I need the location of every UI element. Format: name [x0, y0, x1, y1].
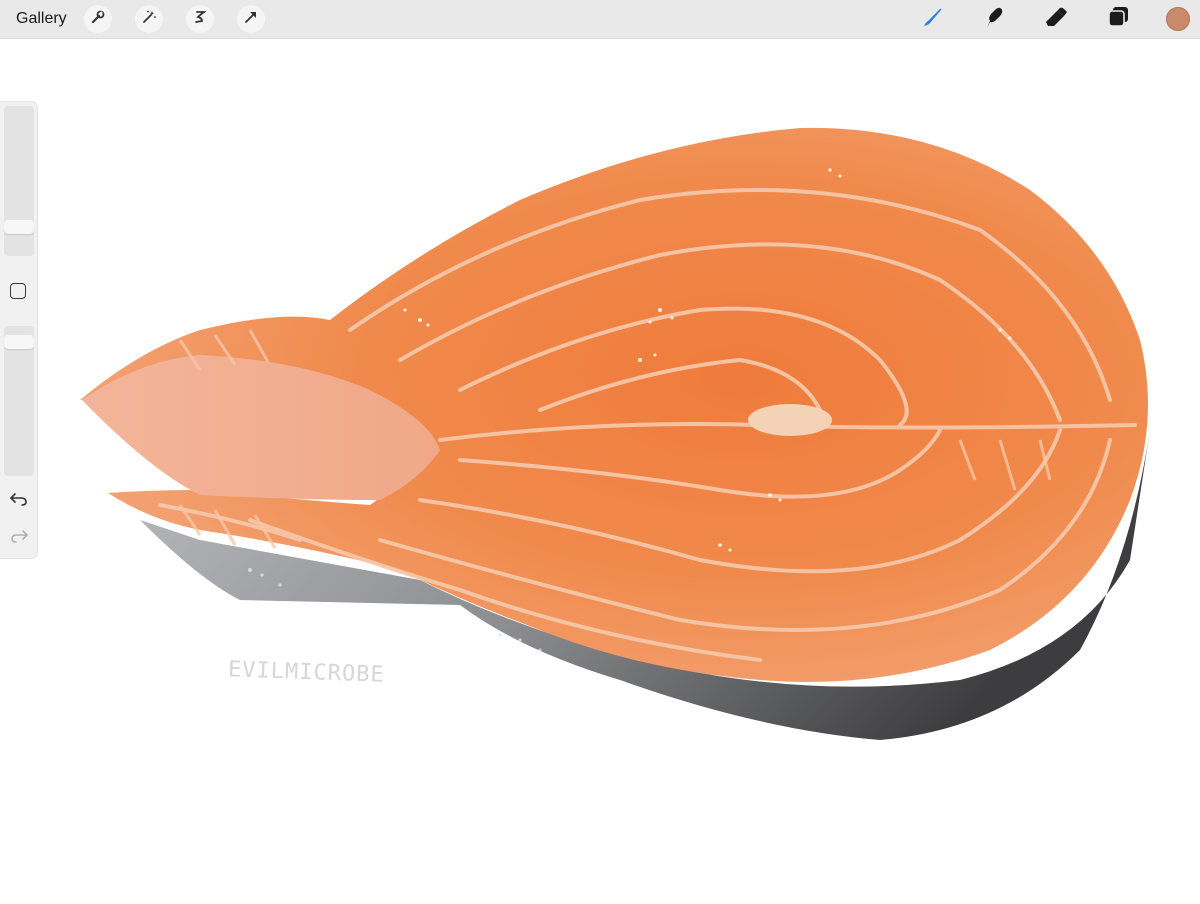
adjustments-button[interactable]	[135, 5, 163, 33]
brush-size-slider[interactable]	[4, 106, 34, 256]
brush-button[interactable]	[920, 6, 946, 32]
gallery-button[interactable]: Gallery	[16, 9, 67, 29]
wrench-icon	[90, 9, 106, 30]
magic-wand-icon	[141, 9, 157, 30]
drawing-canvas[interactable]: EVILMICROBE	[0, 40, 1200, 899]
opacity-thumb[interactable]	[4, 334, 34, 349]
selection-icon	[192, 9, 208, 30]
layers-button[interactable]	[1105, 6, 1131, 32]
top-toolbar: Gallery	[0, 0, 1200, 39]
smudge-button[interactable]	[981, 6, 1007, 32]
brush-icon	[920, 4, 946, 35]
layers-icon	[1105, 4, 1131, 35]
smudge-icon	[981, 4, 1007, 35]
transform-button[interactable]	[237, 5, 265, 33]
brush-size-thumb[interactable]	[4, 220, 34, 235]
redo-button[interactable]	[9, 528, 29, 544]
eraser-button[interactable]	[1043, 6, 1069, 32]
actions-button[interactable]	[84, 5, 112, 33]
selection-button[interactable]	[186, 5, 214, 33]
color-picker-button[interactable]	[1166, 7, 1190, 31]
eraser-icon	[1043, 4, 1069, 35]
undo-icon	[9, 493, 29, 511]
left-sidebar	[0, 102, 37, 558]
transform-icon	[243, 9, 259, 30]
undo-button[interactable]	[9, 491, 29, 507]
redo-icon	[9, 530, 29, 548]
opacity-slider[interactable]	[4, 326, 34, 476]
modify-square-icon[interactable]	[10, 283, 26, 299]
salmon-steak-painting	[80, 127, 1150, 740]
